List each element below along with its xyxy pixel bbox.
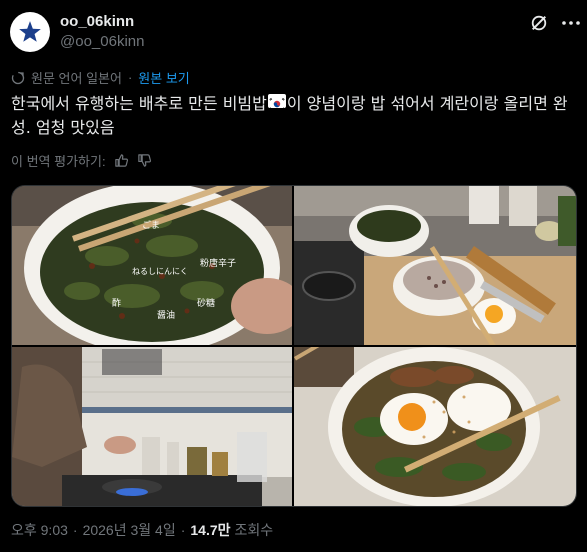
label-sugar: 砂糖 (197, 297, 215, 309)
post-date[interactable]: 2026년 3월 4일 (83, 520, 176, 540)
rate-translation-label: 이 번역 평가하기: (11, 154, 106, 169)
rate-translation: 이 번역 평가하기: (11, 151, 152, 170)
avatar[interactable] (10, 12, 50, 52)
separator-dot: · (127, 70, 133, 85)
star-icon (19, 21, 41, 42)
tweet-text: 한국에서 유행하는 배추로 만든 비빔밥 이 양념이랑 밥 섞어서 계란이랑 올… (11, 92, 581, 140)
translate-icon (11, 71, 25, 84)
label-chili-powder: 粉唐辛子 (200, 257, 236, 269)
separator-dot: · (180, 522, 186, 538)
thumbs-up-icon[interactable] (114, 153, 129, 168)
post-time[interactable]: 오후 9:03 (11, 520, 68, 540)
photo-seasoned-greens[interactable]: ごま 粉唐辛子 ねるしにんにく 酢 醤油 砂糖 (12, 186, 292, 345)
views-count: 14.7만 (190, 522, 231, 538)
label-soy-sauce: 醤油 (157, 309, 175, 321)
grok-icon[interactable] (530, 14, 548, 32)
label-sesame: ごま (142, 219, 160, 231)
user-handle[interactable]: @oo_06kinn (60, 33, 144, 50)
show-original-link[interactable]: 원본 보기 (138, 68, 189, 87)
translation-label: 원문 언어 일본어 (31, 71, 122, 86)
display-name[interactable]: oo_06kinn (60, 13, 134, 30)
translation-notice: 원문 언어 일본어 · 원본 보기 (11, 68, 190, 87)
views-label: 조회수 (234, 522, 274, 538)
more-options-icon[interactable] (560, 14, 582, 32)
label-grated-garlic: ねるしにんにく (132, 267, 188, 276)
label-vinegar: 酢 (112, 297, 121, 309)
photo-kitchen-counter[interactable] (294, 186, 576, 345)
photo-stove-cooking[interactable] (12, 347, 292, 506)
tweet-text-part-1: 한국에서 유행하는 배추로 만든 비빔밥 (11, 94, 267, 113)
media-grid: ごま 粉唐辛子 ねるしにんにく 酢 醤油 砂糖 (11, 185, 577, 507)
separator-dot: · (72, 522, 78, 538)
korea-flag-icon (267, 94, 286, 111)
photo-bibimbap[interactable] (294, 347, 576, 506)
thumbs-down-icon[interactable] (137, 153, 152, 168)
tweet-footer: 오후 9:03 · 2026년 3월 4일 · 14.7만 조회수 (11, 520, 273, 540)
